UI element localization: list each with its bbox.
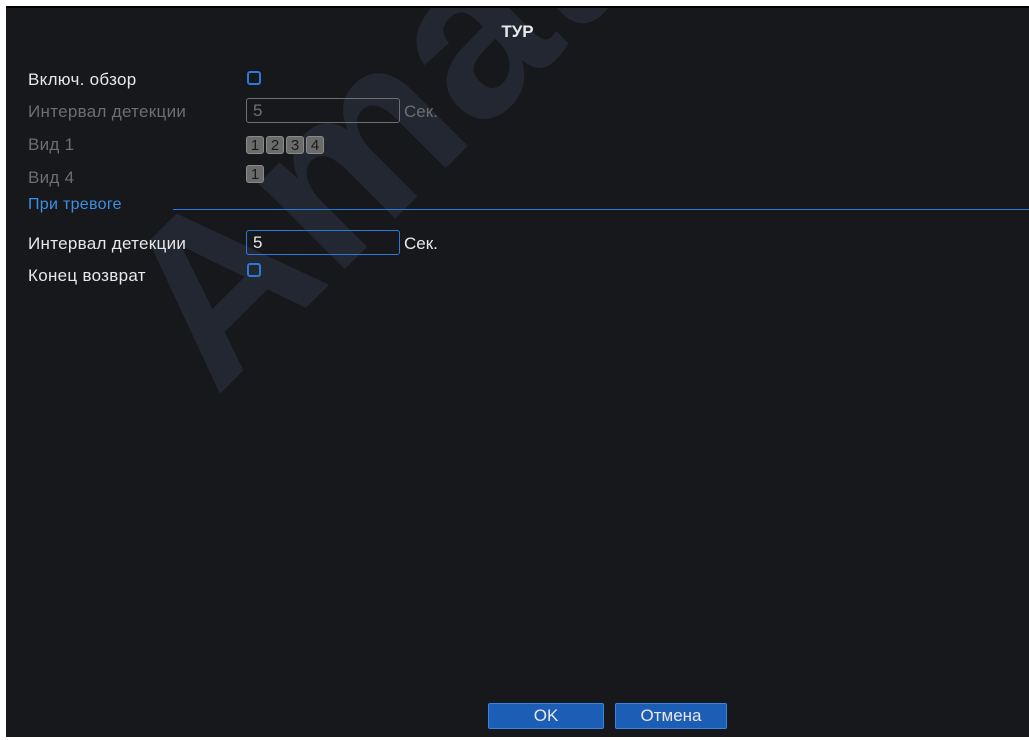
watermark: Amatek [68, 6, 839, 433]
view1-channel-1[interactable]: 1 [246, 136, 264, 154]
alarm-interval-label: Интервал детекции [28, 234, 187, 253]
enable-tour-label: Включ. обзор [28, 70, 137, 89]
tour-interval-unit: Сек. [404, 102, 438, 121]
tour-dialog: Amatek ТУР Включ. обзор Интервал детекци… [6, 6, 1029, 737]
ok-button[interactable]: OK [488, 703, 604, 729]
cancel-button[interactable]: Отмена [615, 703, 727, 729]
enable-tour-checkbox[interactable] [247, 71, 261, 85]
view1-channel-2[interactable]: 2 [266, 136, 284, 154]
return-checkbox[interactable] [247, 263, 261, 277]
view4-channel-1[interactable]: 1 [246, 165, 264, 183]
view1-label: Вид 1 [28, 135, 75, 154]
alarm-interval-input[interactable] [246, 230, 400, 255]
view4-label: Вид 4 [28, 168, 75, 187]
view1-channel-group: 1 2 3 4 [246, 136, 324, 154]
view1-channel-4[interactable]: 4 [306, 136, 324, 154]
return-label: Конец возврат [28, 266, 146, 285]
alarm-interval-unit: Сек. [404, 234, 438, 253]
view1-channel-3[interactable]: 3 [286, 136, 304, 154]
view4-channel-group: 1 [246, 165, 264, 183]
tour-interval-label: Интервал детекции [28, 102, 187, 121]
dialog-title: ТУР [501, 22, 534, 41]
section-divider [173, 209, 1029, 210]
tour-interval-input[interactable] [246, 98, 400, 123]
alarm-section-label: При тревоге [28, 196, 122, 213]
